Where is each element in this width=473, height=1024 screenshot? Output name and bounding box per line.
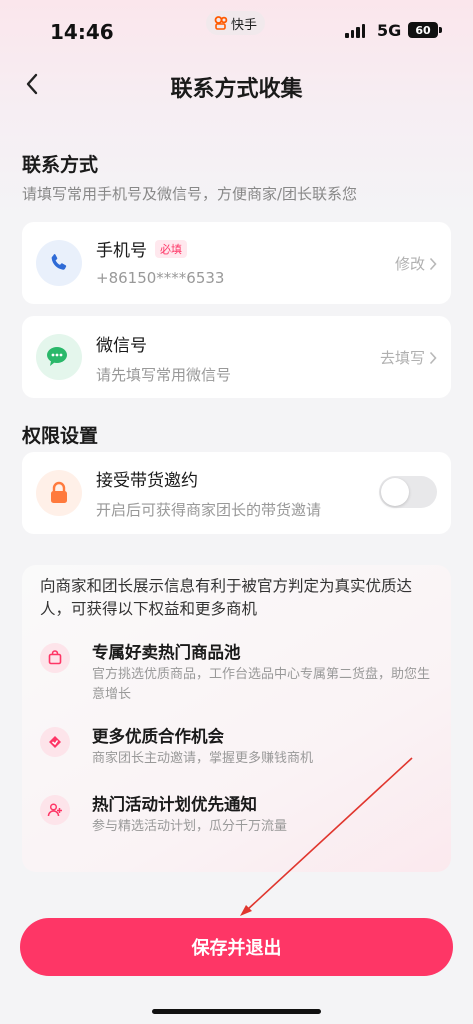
contact-section-title: 联系方式	[22, 154, 99, 176]
permission-section-title: 权限设置	[22, 425, 99, 447]
phone-edit-button[interactable]: 修改	[395, 253, 437, 274]
handshake-icon	[40, 727, 70, 757]
status-time: 14:46	[50, 20, 114, 44]
benefit-title: 专属好卖热门商品池	[92, 643, 241, 662]
phone-value: +86150****6533	[96, 269, 225, 287]
shopping-bag-icon	[40, 643, 70, 673]
invite-description: 开启后可获得商家团长的带货邀请	[96, 501, 322, 519]
save-and-exit-button[interactable]: 保存并退出	[20, 918, 453, 976]
chevron-right-icon	[429, 351, 437, 364]
battery-icon: 60	[408, 22, 438, 38]
phone-card[interactable]: 手机号 必填 +86150****6533 修改	[22, 222, 451, 304]
battery-level: 60	[415, 23, 431, 37]
phone-icon-wrap	[36, 240, 82, 286]
lock-icon	[51, 481, 67, 503]
phone-label: 手机号 必填	[96, 236, 187, 261]
user-add-icon	[40, 795, 70, 825]
phone-label-text: 手机号	[96, 241, 147, 261]
invite-toggle[interactable]	[379, 476, 437, 508]
battery-tip	[439, 27, 442, 33]
invite-permission-card: 接受带货邀约 开启后可获得商家团长的带货邀请	[22, 452, 451, 534]
wechat-placeholder: 请先填写常用微信号	[96, 366, 232, 384]
signal-icon	[345, 24, 365, 38]
benefit-description: 参与精选活动计划，瓜分千万流量	[92, 819, 288, 834]
wechat-label: 微信号	[96, 336, 147, 356]
phone-icon	[51, 254, 67, 270]
app-indicator: 快手	[206, 11, 266, 35]
chevron-right-icon	[429, 257, 437, 270]
page-title: 联系方式收集	[170, 77, 303, 102]
wechat-fill-button[interactable]: 去填写	[380, 347, 437, 368]
phone-edit-label: 修改	[394, 255, 425, 273]
benefits-card: 向商家和团长展示信息有利于被官方判定为真实优质达人，可获得以下权益和更多商机 专…	[22, 565, 451, 872]
kuaishou-logo-icon	[214, 16, 228, 30]
benefit-description: 商家团长主动邀请，掌握更多赚钱商机	[92, 751, 314, 766]
status-bar: 14:46 快手 5G 60	[0, 0, 473, 56]
app-name: 快手	[231, 17, 258, 33]
nav-bar: 联系方式收集	[0, 60, 473, 108]
wechat-fill-label: 去填写	[379, 349, 425, 367]
benefit-title: 更多优质合作机会	[92, 727, 224, 746]
network-type: 5G	[377, 21, 402, 40]
invite-label: 接受带货邀约	[96, 471, 198, 491]
benefit-title: 热门活动计划优先通知	[92, 795, 257, 814]
home-indicator[interactable]	[152, 1009, 321, 1014]
benefit-description: 官方挑选优质商品，工作台选品中心专属第二货盘，助您生意增长	[92, 667, 431, 702]
contact-section-subtitle: 请填写常用手机号及微信号，方便商家/团长联系您	[22, 185, 358, 203]
wechat-card[interactable]: 微信号 请先填写常用微信号 去填写	[22, 316, 451, 398]
wechat-icon-wrap	[36, 334, 82, 380]
benefits-intro: 向商家和团长展示信息有利于被官方判定为真实优质达人，可获得以下权益和更多商机	[40, 577, 413, 618]
toggle-knob	[381, 478, 409, 506]
lock-icon-wrap	[36, 470, 82, 516]
required-badge: 必填	[155, 240, 187, 258]
wechat-icon	[47, 347, 67, 366]
